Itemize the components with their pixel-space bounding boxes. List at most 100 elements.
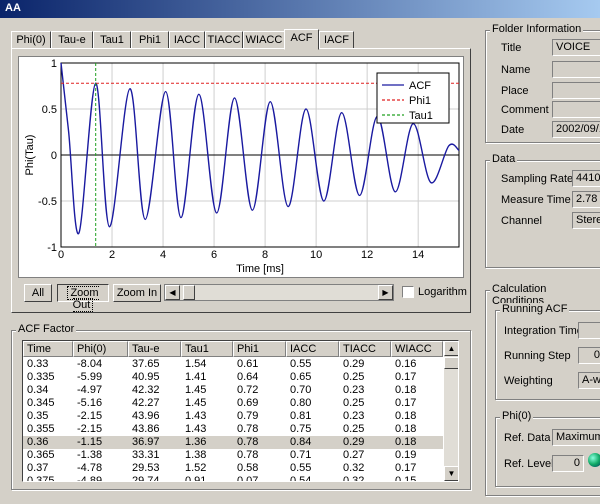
table-cell: 0.335 — [27, 371, 55, 383]
col-phi0[interactable]: Phi(0) — [73, 341, 128, 357]
table-cell: 0.345 — [27, 397, 55, 409]
tab-phi1[interactable]: Phi1 — [131, 31, 169, 49]
running-step-field[interactable]: 0 — [578, 347, 600, 364]
table-cell: 1.54 — [185, 358, 207, 370]
table-cell: 0.58 — [237, 462, 259, 474]
date-field[interactable]: 2002/09/1 — [552, 121, 600, 138]
tab-acf[interactable]: ACF — [284, 29, 319, 50]
tab-tau1[interactable]: Tau1 — [93, 31, 131, 49]
table-cell: 0.15 — [395, 475, 417, 482]
table-cell: 0.17 — [395, 462, 417, 474]
ref-data-label: Ref. Data — [504, 432, 551, 444]
col-time[interactable]: Time — [23, 341, 73, 357]
globe-icon[interactable] — [588, 453, 600, 467]
table-header: Time Phi(0) Tau-e Tau1 Phi1 IACC TIACC W… — [23, 341, 443, 357]
col-tau-e[interactable]: Tau-e — [128, 341, 181, 357]
logarithm-checkbox[interactable] — [402, 286, 414, 298]
table-cell: 42.27 — [132, 397, 160, 409]
x-tick-label: 2 — [109, 249, 115, 261]
table-cell: 0.84 — [290, 436, 312, 448]
table-cell: -4.97 — [77, 384, 103, 396]
y-tick-label: 1 — [51, 58, 57, 70]
all-button[interactable]: All — [24, 284, 52, 302]
table-row[interactable]: 0.34 -4.97 42.32 1.45 0.72 0.70 0.23 0.18 — [23, 384, 443, 397]
table-cell: 33.31 — [132, 449, 160, 461]
weighting-field[interactable]: A-we — [578, 372, 600, 389]
table-cell: 0.36 — [27, 436, 49, 448]
phi0-title: Phi(0) — [500, 410, 534, 422]
table-cell: 0.61 — [237, 358, 259, 370]
scroll-up-icon[interactable]: ▲ — [444, 341, 458, 356]
zoom-in-button[interactable]: Zoom In — [113, 284, 161, 302]
tab-tiacc[interactable]: TIACC — [205, 31, 243, 49]
table-cell: 36.97 — [132, 436, 160, 448]
scroll-thumb[interactable] — [183, 285, 195, 300]
x-tick-label: 10 — [310, 249, 322, 261]
table-row[interactable]: 0.345 -5.16 42.27 1.45 0.69 0.80 0.25 0.17 — [23, 397, 443, 410]
table-cell: 0.25 — [343, 371, 365, 383]
table-cell: 37.65 — [132, 358, 160, 370]
table-cell: 0.79 — [237, 410, 259, 422]
scroll-down-icon[interactable]: ▼ — [444, 466, 458, 481]
table-row[interactable]: 0.33 -8.04 37.65 1.54 0.61 0.55 0.29 0.16 — [23, 358, 443, 371]
sampling-rate-field[interactable]: 44100 — [572, 170, 600, 187]
zoom-out-button[interactable]: Zoom Out — [57, 284, 109, 312]
title-field[interactable]: VOICE — [552, 39, 600, 56]
table-row[interactable]: 0.375 -4.89 29.74 0.91 0.07 0.54 0.32 0.15 — [23, 475, 443, 482]
y-tick-label: 0 — [51, 150, 57, 162]
table-cell: 29.74 — [132, 475, 160, 482]
table-cell: 0.19 — [395, 449, 417, 461]
x-tick-label: 6 — [211, 249, 217, 261]
comment-label: Comment — [501, 104, 549, 116]
tab-iacc[interactable]: IACC — [169, 31, 205, 49]
table-row[interactable]: 0.36 -1.15 36.97 1.36 0.78 0.84 0.29 0.18 — [23, 436, 443, 449]
integration-time-field[interactable] — [578, 322, 600, 339]
table-cell: 29.53 — [132, 462, 160, 474]
table-cell: 0.29 — [343, 436, 365, 448]
table-row[interactable]: 0.365 -1.38 33.31 1.38 0.78 0.71 0.27 0.19 — [23, 449, 443, 462]
table-cell: 0.78 — [237, 436, 259, 448]
table-cell: 1.38 — [185, 449, 207, 461]
col-tau1[interactable]: Tau1 — [181, 341, 233, 357]
ref-level-field[interactable]: 0 — [552, 455, 584, 472]
col-phi1[interactable]: Phi1 — [233, 341, 286, 357]
tab-wiacc[interactable]: WIACC — [243, 31, 285, 49]
table-row[interactable]: 0.35 -2.15 43.96 1.43 0.79 0.81 0.23 0.18 — [23, 410, 443, 423]
chart-horizontal-scrollbar[interactable]: ◀ ▶ — [164, 284, 394, 301]
col-wiacc[interactable]: WIACC — [391, 341, 443, 357]
table-cell: 0.34 — [27, 384, 49, 396]
ref-data-field[interactable]: Maximum v — [552, 429, 600, 446]
y-tick-label: -0.5 — [38, 196, 57, 208]
place-field[interactable] — [552, 82, 600, 99]
tab-phi0[interactable]: Phi(0) — [11, 31, 51, 49]
scroll-right-icon[interactable]: ▶ — [378, 285, 393, 300]
table-cell: 0.32 — [343, 475, 365, 482]
table-scroll-thumb[interactable] — [444, 357, 458, 369]
scroll-left-icon[interactable]: ◀ — [165, 285, 180, 300]
acf-chart-svg: 0 2 4 6 8 10 12 14 1 0.5 0 -0.5 -1 Time [ms] Phi(Tau) A… — [24, 58, 460, 275]
table-cell: -5.16 — [77, 397, 103, 409]
table-vertical-scrollbar[interactable]: ▲ ▼ — [444, 341, 458, 481]
col-iacc[interactable]: IACC — [286, 341, 339, 357]
channel-field[interactable]: Stereo — [572, 212, 600, 229]
tab-tau-e[interactable]: Tau-e — [51, 31, 93, 49]
table-cell: 0.75 — [290, 423, 312, 435]
table-row[interactable]: 0.37 -4.78 29.53 1.52 0.58 0.55 0.32 0.17 — [23, 462, 443, 475]
table-cell: -1.15 — [77, 436, 103, 448]
table-row[interactable]: 0.335 -5.99 40.95 1.41 0.64 0.65 0.25 0.17 — [23, 371, 443, 384]
comment-field[interactable] — [552, 101, 600, 118]
tab-iacf[interactable]: IACF — [319, 31, 354, 49]
x-tick-label: 0 — [58, 249, 64, 261]
table-cell: 0.65 — [290, 371, 312, 383]
title-label: Title — [501, 42, 522, 54]
name-field[interactable] — [552, 61, 600, 78]
table-cell: 0.365 — [27, 449, 55, 461]
acf-chart: 0 2 4 6 8 10 12 14 1 0.5 0 -0.5 -1 Time [ms] Phi(Tau) A… — [18, 56, 464, 278]
col-tiacc[interactable]: TIACC — [339, 341, 391, 357]
acf-factor-table[interactable]: Time Phi(0) Tau-e Tau1 Phi1 IACC TIACC W… — [22, 340, 459, 482]
measure-time-field[interactable]: 2.78 — [572, 191, 600, 208]
table-cell: 1.52 — [185, 462, 207, 474]
table-cell: 0.17 — [395, 371, 417, 383]
table-cell: 0.37 — [27, 462, 49, 474]
table-row[interactable]: 0.355 -2.15 43.86 1.43 0.78 0.75 0.25 0.18 — [23, 423, 443, 436]
